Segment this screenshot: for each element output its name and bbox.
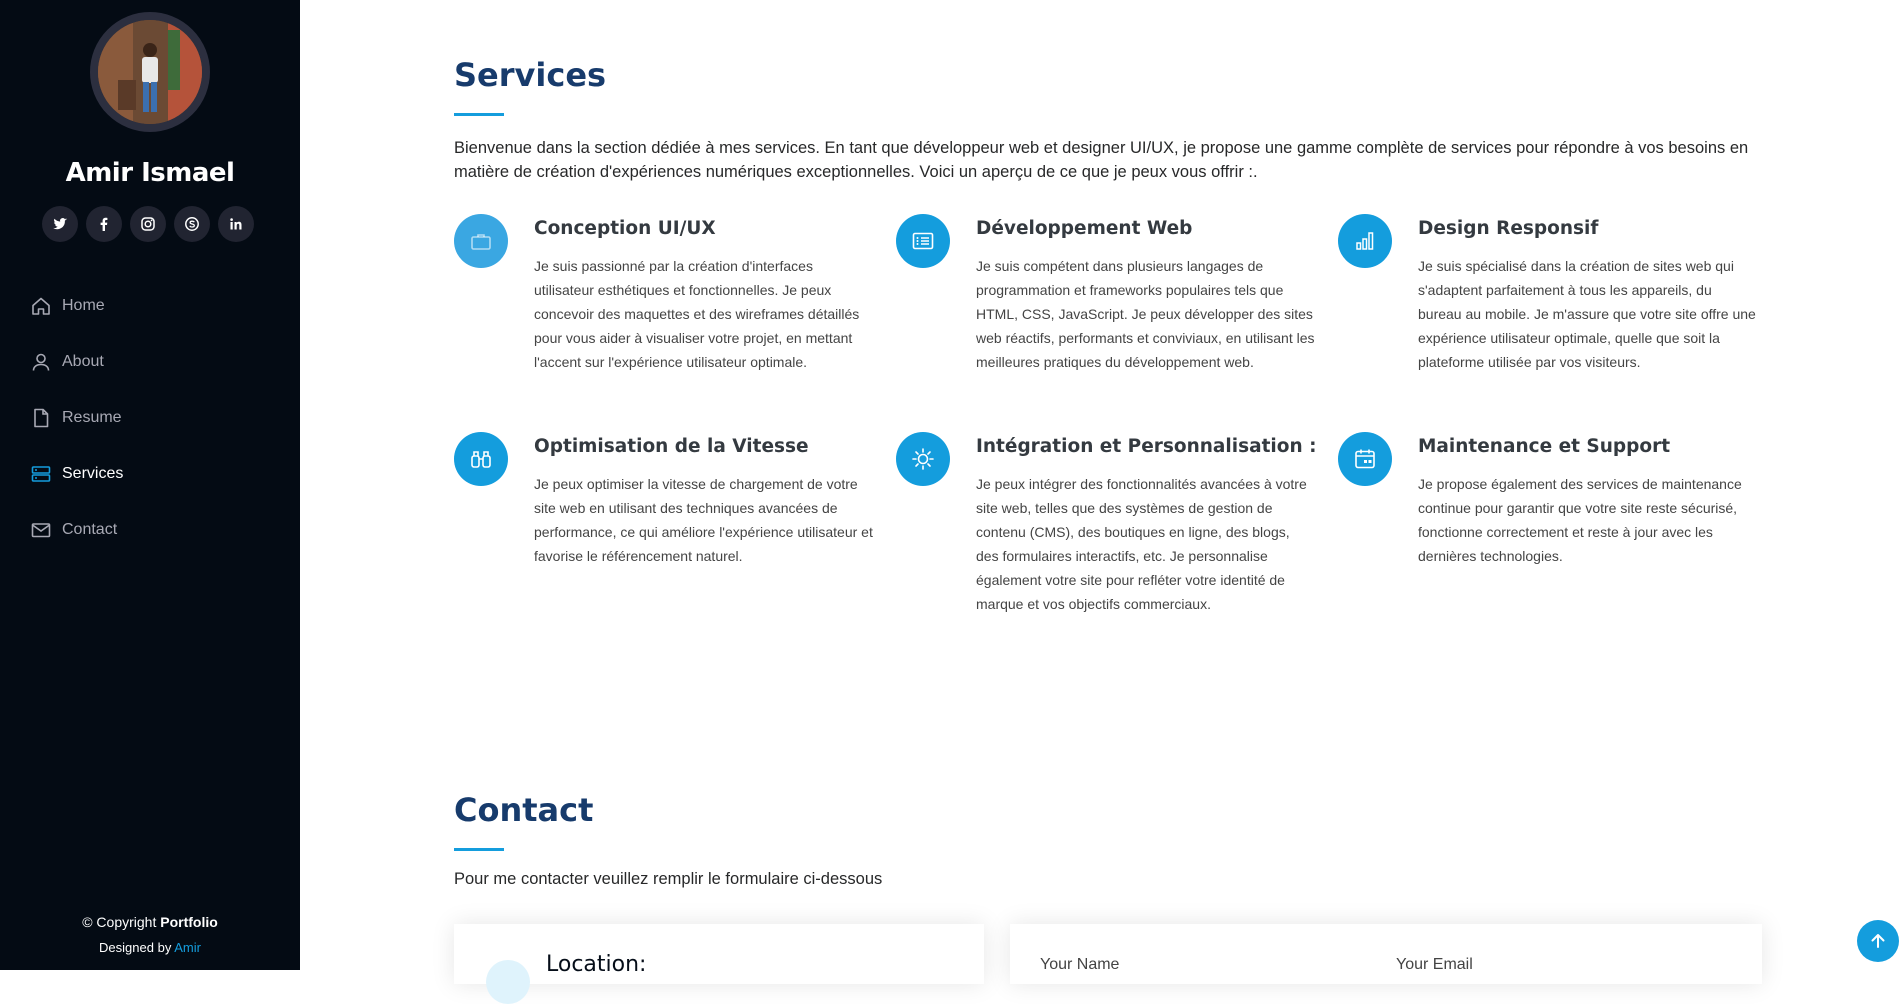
arrow-up-icon — [1871, 934, 1885, 948]
services-title-underline — [454, 113, 504, 116]
nav-label-home: Home — [62, 297, 105, 314]
social-links — [42, 206, 254, 242]
calendar-icon — [1338, 432, 1392, 486]
service-description: Je suis passionné par la création d'inte… — [534, 258, 860, 370]
service-description: Je propose également des services de mai… — [1418, 476, 1742, 564]
server-icon — [30, 463, 52, 485]
bar-chart-icon — [1338, 214, 1392, 268]
nav-item-services[interactable]: Services — [30, 446, 270, 502]
service-description: Je peux intégrer des fonctionnalités ava… — [976, 476, 1307, 612]
nav-menu: Home About Resume Services Contact — [30, 278, 270, 558]
copyright-brand: Portfolio — [160, 914, 218, 930]
nav-item-contact[interactable]: Contact — [30, 502, 270, 558]
contact-title: Contact — [454, 791, 594, 829]
location-card: Location: — [454, 924, 984, 1004]
contact-form: Your Name Your Email — [1010, 924, 1762, 984]
instagram-icon[interactable] — [130, 206, 166, 242]
service-title: Intégration et Personnalisation : — [976, 436, 1317, 457]
name-field-label: Your Name — [1040, 956, 1120, 973]
sun-icon — [896, 432, 950, 486]
sidebar: Amir Ismael Home About Resume Services C… — [0, 0, 300, 970]
service-title: Optimisation de la Vitesse — [534, 436, 809, 457]
briefcase-icon — [454, 214, 508, 268]
service-title: Design Responsif — [1418, 218, 1599, 239]
contact-title-underline — [454, 848, 504, 851]
designed-prefix: Designed by — [99, 940, 172, 955]
location-title: Location: — [546, 952, 647, 977]
email-field-label: Your Email — [1396, 956, 1473, 973]
nav-label-resume: Resume — [62, 409, 122, 426]
nav-label-contact: Contact — [62, 521, 118, 538]
service-description: Je peux optimiser la vitesse de chargeme… — [534, 476, 873, 564]
skype-icon[interactable] — [174, 206, 210, 242]
designed-by: Designed by Amir — [0, 940, 300, 955]
service-title: Conception UI/UX — [534, 218, 716, 239]
main-content: Services Bienvenue dans la section dédié… — [300, 0, 1903, 1004]
back-to-top-button[interactable] — [1857, 920, 1899, 962]
nav-label-services: Services — [62, 465, 124, 482]
linkedin-icon[interactable] — [218, 206, 254, 242]
binoculars-icon — [454, 432, 508, 486]
card-list-icon — [896, 214, 950, 268]
profile-name: Amir Ismael — [65, 158, 235, 188]
facebook-icon[interactable] — [86, 206, 122, 242]
nav-item-resume[interactable]: Resume — [30, 390, 270, 446]
copyright: © Copyright Portfolio — [0, 914, 300, 930]
service-description: Je suis spécialisé dans la création de s… — [1418, 258, 1756, 370]
nav-item-home[interactable]: Home — [30, 278, 270, 334]
service-title: Développement Web — [976, 218, 1193, 239]
nav-label-about: About — [62, 353, 104, 370]
services-intro: Bienvenue dans la section dédiée à mes s… — [454, 139, 1749, 181]
envelope-icon — [30, 519, 52, 541]
service-title: Maintenance et Support — [1418, 436, 1671, 457]
nav-item-about[interactable]: About — [30, 334, 270, 390]
contact-intro: Pour me contacter veuillez remplir le fo… — [454, 870, 883, 888]
services-title: Services — [454, 56, 607, 94]
avatar — [90, 12, 210, 132]
file-icon — [30, 407, 52, 429]
designed-author-link[interactable]: Amir — [174, 940, 201, 955]
person-icon — [30, 351, 52, 373]
location-icon — [486, 960, 530, 1004]
twitter-icon[interactable] — [42, 206, 78, 242]
home-icon — [30, 295, 52, 317]
service-description: Je suis compétent dans plusieurs langage… — [976, 258, 1315, 370]
copyright-prefix: © Copyright — [82, 914, 157, 930]
